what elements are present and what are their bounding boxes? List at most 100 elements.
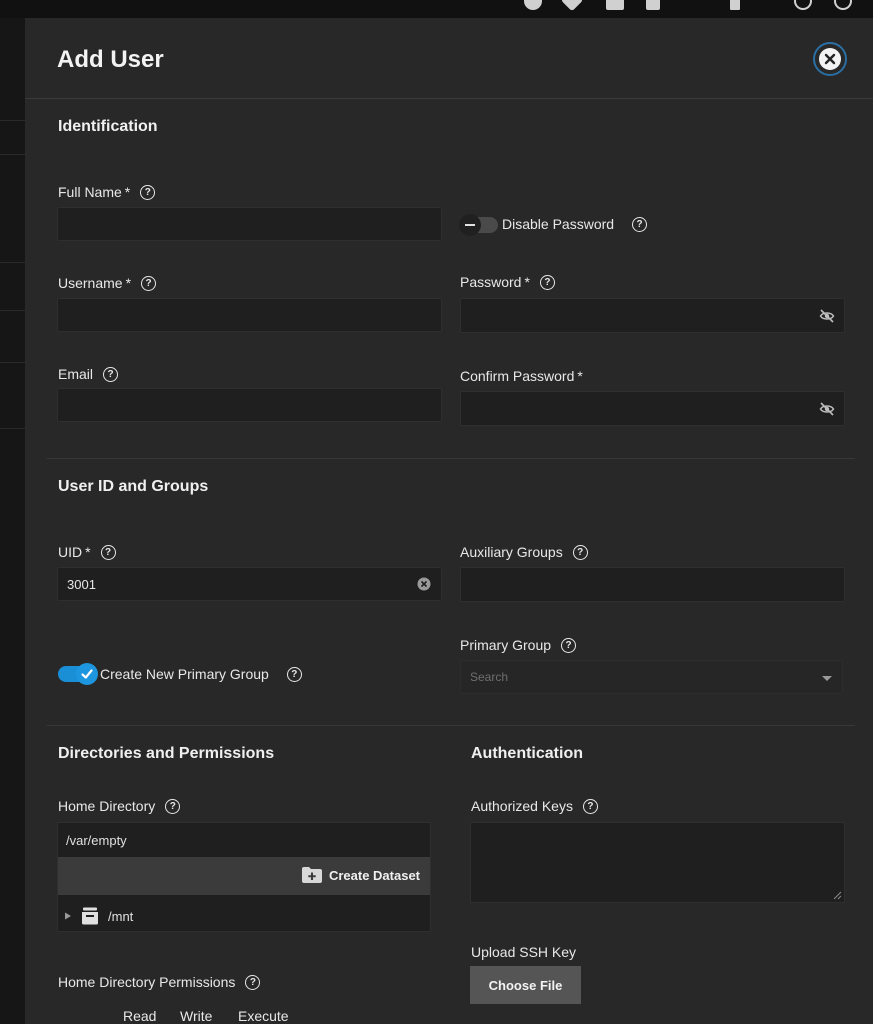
confirm-password-field[interactable] [460, 391, 845, 426]
app-top-bar [0, 0, 873, 18]
required-marker: * [85, 544, 91, 560]
create-dataset-button[interactable]: Create Dataset [301, 866, 420, 884]
email-input[interactable] [58, 389, 441, 421]
create-dataset-label: Create Dataset [328, 867, 420, 883]
eye-off-icon[interactable] [819, 401, 835, 417]
help-icon[interactable]: ? [141, 275, 157, 291]
confirm-password-label: Confirm Password * [460, 368, 583, 384]
auxiliary-groups-field[interactable] [460, 567, 845, 602]
notification-icon[interactable] [524, 0, 542, 10]
required-marker: * [577, 368, 583, 384]
primary-group-select[interactable] [460, 660, 843, 694]
auxiliary-groups-label: Auxiliary Groups ? [460, 544, 588, 560]
uid-label: UID * ? [58, 544, 116, 560]
help-icon[interactable] [794, 0, 812, 10]
authorized-keys-label: Authorized Keys ? [471, 798, 598, 814]
email-field[interactable] [57, 388, 442, 422]
layers-icon[interactable] [560, 0, 584, 12]
primary-group-label: Primary Group ? [460, 637, 577, 653]
label-text: UID [58, 544, 83, 560]
permission-column-write: Write [180, 1008, 213, 1024]
confirm-password-input[interactable] [461, 392, 844, 425]
section-directories: Directories and Permissions [58, 745, 275, 762]
help-icon[interactable]: ? [103, 366, 119, 382]
required-marker: * [125, 275, 132, 291]
clear-icon[interactable] [416, 576, 432, 592]
add-user-panel: Add User Identification Full Name * ? Dis… [25, 18, 873, 1024]
help-icon[interactable]: ? [572, 544, 588, 560]
panel-title: Add User [57, 46, 164, 73]
divider [25, 98, 873, 99]
check-icon [81, 669, 93, 679]
triangle-right-icon[interactable] [64, 912, 72, 920]
chevron-down-icon[interactable] [822, 676, 832, 681]
password-input[interactable] [461, 299, 844, 332]
tree-node-mnt[interactable]: /mnt [64, 906, 133, 926]
power-icon[interactable] [834, 0, 852, 10]
help-icon[interactable]: ? [245, 974, 261, 990]
uid-input[interactable] [58, 568, 441, 600]
divider [0, 120, 25, 121]
help-icon[interactable]: ? [140, 184, 156, 200]
home-directory-path[interactable]: /var/empty [66, 833, 127, 848]
divider [0, 362, 25, 363]
label-text: Confirm Password [460, 368, 575, 384]
required-marker: * [524, 274, 530, 290]
required-marker: * [124, 184, 131, 200]
help-icon[interactable]: ? [100, 544, 116, 560]
home-directory-label: Home Directory ? [58, 798, 181, 814]
settings-icon[interactable] [730, 0, 740, 10]
primary-group-search[interactable] [461, 661, 842, 693]
close-button[interactable] [813, 42, 847, 76]
upload-ssh-key-label: Upload SSH Key [471, 944, 577, 960]
resize-handle-icon[interactable] [832, 890, 842, 900]
tasks-icon[interactable] [606, 0, 624, 10]
uid-field[interactable] [57, 567, 442, 601]
permission-column-execute: Execute [238, 1008, 289, 1024]
label-text: Email [58, 366, 94, 382]
choose-file-button[interactable]: Choose File [470, 966, 581, 1004]
help-icon[interactable]: ? [165, 798, 181, 814]
divider [0, 262, 25, 263]
label-text: Username [58, 275, 123, 291]
label-text: Home Directory Permissions [58, 974, 236, 990]
password-field[interactable] [460, 298, 845, 333]
home-permissions-label: Home Directory Permissions ? [58, 974, 261, 990]
divider [0, 154, 25, 155]
create-primary-group-label: Create New Primary Group ? [100, 666, 302, 682]
eye-off-icon[interactable] [819, 308, 835, 324]
background-page [0, 18, 25, 1024]
label-text: Auxiliary Groups [460, 544, 563, 560]
label-text: Authorized Keys [471, 798, 573, 814]
full-name-field[interactable] [57, 207, 442, 241]
help-icon[interactable]: ? [632, 216, 648, 232]
section-identification: Identification [58, 118, 158, 135]
dataset-icon [82, 907, 98, 925]
full-name-input[interactable] [58, 208, 441, 240]
section-authentication: Authentication [471, 745, 583, 762]
explorer-toolbar: Create Dataset [58, 857, 430, 895]
create-primary-group-toggle[interactable] [58, 663, 98, 685]
username-input[interactable] [58, 299, 441, 331]
toggle-knob [459, 214, 481, 236]
label-text: Disable Password [502, 216, 615, 232]
username-field[interactable] [57, 298, 442, 332]
help-icon[interactable]: ? [286, 666, 302, 682]
disable-password-toggle[interactable] [459, 214, 498, 236]
divider [47, 725, 855, 726]
permission-column-read: Read [123, 1008, 157, 1024]
help-icon[interactable]: ? [539, 274, 555, 290]
alert-icon[interactable] [646, 0, 660, 10]
divider [47, 458, 855, 459]
toggle-knob [76, 663, 98, 685]
close-icon [819, 48, 841, 70]
authorized-keys-textarea[interactable] [470, 822, 845, 903]
label-text: Full Name [58, 184, 122, 200]
username-label: Username * ? [58, 275, 157, 291]
help-icon[interactable]: ? [561, 637, 577, 653]
email-label: Email ? [58, 366, 119, 382]
home-directory-explorer: /var/empty Create Dataset /mnt [57, 822, 431, 932]
folder-plus-icon [301, 867, 322, 883]
auxiliary-groups-input[interactable] [461, 568, 844, 601]
help-icon[interactable]: ? [582, 798, 598, 814]
